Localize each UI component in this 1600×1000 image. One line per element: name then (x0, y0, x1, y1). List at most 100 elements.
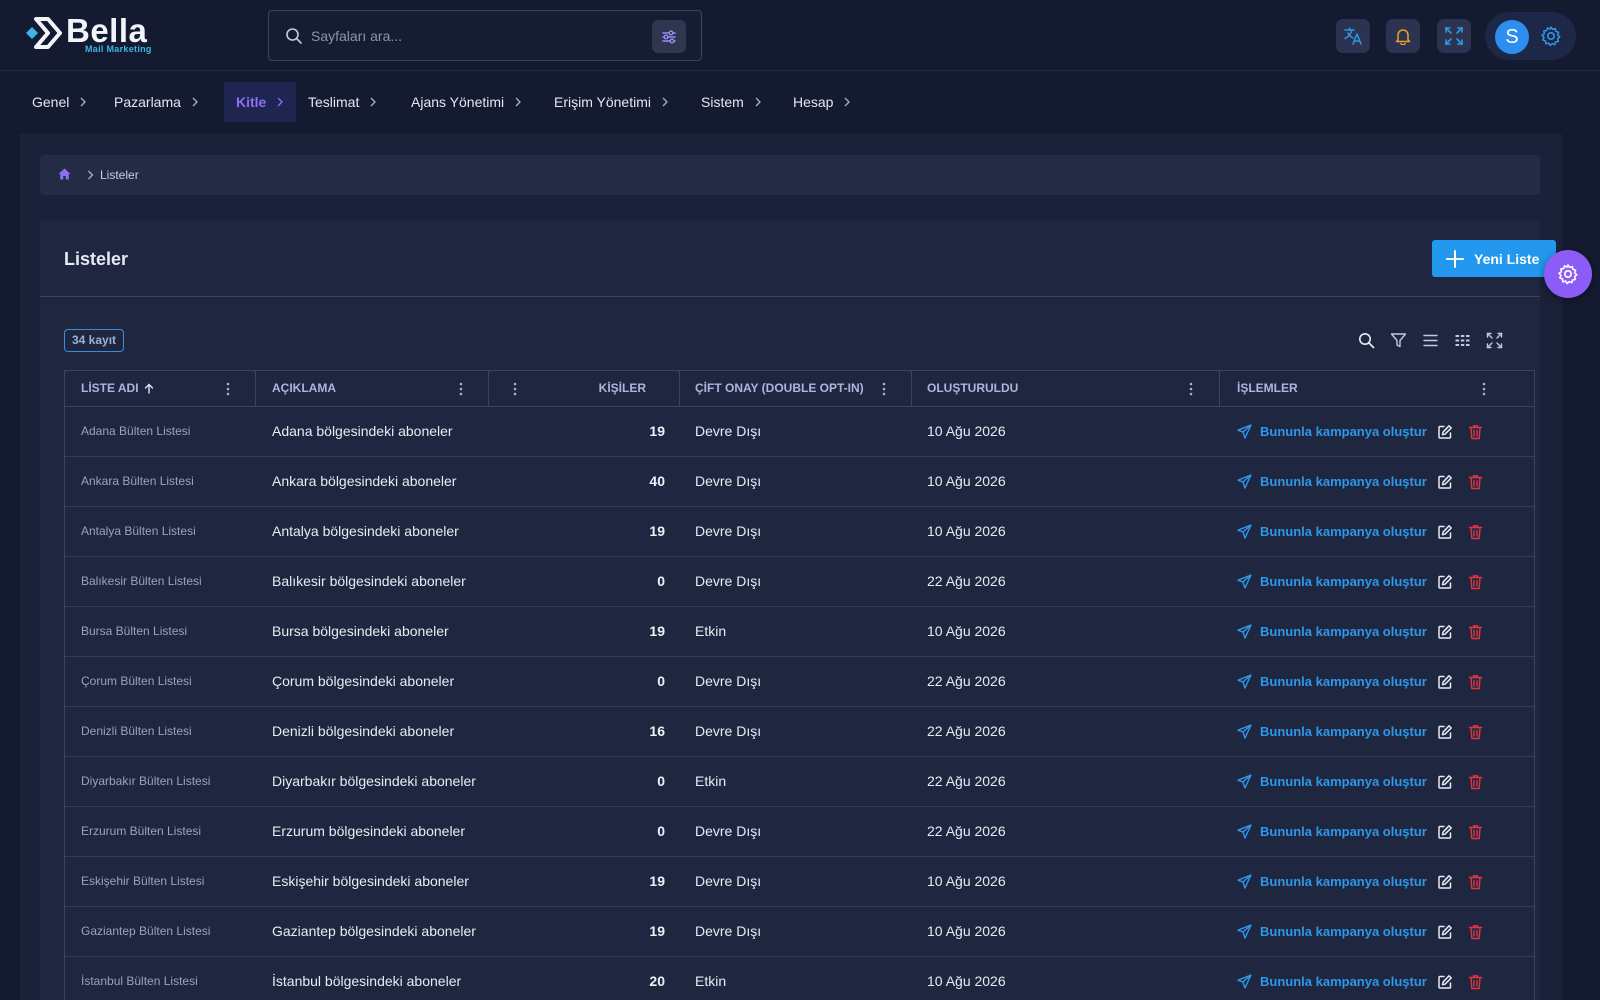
list-subscriber-count: 16 (649, 723, 665, 739)
edit-icon[interactable] (1437, 624, 1453, 640)
chevron-right-icon (277, 97, 284, 107)
trash-icon[interactable] (1468, 574, 1483, 590)
chevron-right-icon (370, 97, 377, 107)
chevron-right-icon (88, 170, 94, 180)
column-divider[interactable] (679, 371, 680, 406)
create-campaign-label: Bununla kampanya oluştur (1260, 624, 1427, 639)
column-menu-icon[interactable] (226, 382, 230, 396)
edit-icon[interactable] (1437, 424, 1453, 440)
notifications-button[interactable] (1386, 19, 1420, 53)
edit-icon[interactable] (1437, 974, 1453, 990)
create-campaign-link[interactable]: Bununla kampanya oluştur (1237, 807, 1427, 856)
column-menu-icon[interactable] (459, 382, 463, 396)
trash-icon[interactable] (1468, 774, 1483, 790)
table-body: Adana Bülten Listesi Adana bölgesindeki a… (65, 407, 1534, 1000)
fullscreen-button[interactable] (1437, 19, 1471, 53)
column-header-description[interactable]: AÇIKLAMA (272, 371, 336, 406)
column-divider[interactable] (911, 371, 912, 406)
column-divider[interactable] (1219, 371, 1220, 406)
edit-icon[interactable] (1437, 924, 1453, 940)
edit-icon[interactable] (1437, 574, 1453, 590)
menu-item-pazarlama[interactable]: Pazarlama (102, 82, 211, 122)
column-header-name[interactable]: LİSTE ADI (81, 371, 154, 406)
column-header-count[interactable]: KİŞİLER (495, 371, 646, 406)
column-header-double-opt-in[interactable]: ÇİFT ONAY (DOUBLE OPT-IN) (695, 371, 864, 406)
density-icon[interactable] (1422, 332, 1439, 349)
column-divider[interactable] (488, 371, 489, 406)
menu-item-erisim-yonetimi[interactable]: Erişim Yönetimi (542, 82, 681, 122)
filter-icon[interactable] (1390, 332, 1407, 349)
settings-fab[interactable] (1544, 250, 1592, 298)
create-campaign-link[interactable]: Bununla kampanya oluştur (1237, 407, 1427, 456)
create-campaign-link[interactable]: Bununla kampanya oluştur (1237, 907, 1427, 956)
menu-item-teslimat[interactable]: Teslimat (296, 82, 389, 122)
user-menu[interactable]: S (1485, 12, 1576, 60)
create-campaign-link[interactable]: Bununla kampanya oluştur (1237, 457, 1427, 506)
search-filter-button[interactable] (652, 20, 686, 53)
trash-icon[interactable] (1468, 524, 1483, 540)
create-campaign-link[interactable]: Bununla kampanya oluştur (1237, 507, 1427, 556)
table-row[interactable]: Bursa Bülten Listesi Bursa bölgesindeki a… (65, 607, 1534, 657)
edit-icon[interactable] (1437, 474, 1453, 490)
table-row[interactable]: Ankara Bülten Listesi Ankara bölgesindeki… (65, 457, 1534, 507)
column-header-created[interactable]: OLUŞTURULDU (927, 371, 1018, 406)
send-icon (1237, 674, 1252, 689)
create-campaign-link[interactable]: Bununla kampanya oluştur (1237, 657, 1427, 706)
search-icon[interactable] (1358, 332, 1375, 349)
fullscreen-icon[interactable] (1486, 332, 1503, 349)
brand-logo[interactable]: Bella Mail Marketing (24, 12, 164, 58)
menu-item-hesap[interactable]: Hesap (781, 82, 863, 122)
trash-icon[interactable] (1468, 924, 1483, 940)
edit-icon[interactable] (1437, 874, 1453, 890)
trash-icon[interactable] (1468, 474, 1483, 490)
edit-icon[interactable] (1437, 524, 1453, 540)
trash-icon[interactable] (1468, 674, 1483, 690)
table-row[interactable]: İstanbul Bülten Listesi İstanbul bölgesin… (65, 957, 1534, 1000)
table-row[interactable]: Diyarbakır Bülten Listesi Diyarbakır bölg… (65, 757, 1534, 807)
edit-icon[interactable] (1437, 674, 1453, 690)
table-row[interactable]: Antalya Bülten Listesi Antalya bölgesinde… (65, 507, 1534, 557)
table-row[interactable]: Denizli Bülten Listesi Denizli bölgesinde… (65, 707, 1534, 757)
create-campaign-link[interactable]: Bununla kampanya oluştur (1237, 707, 1427, 756)
avatar[interactable]: S (1495, 20, 1529, 54)
trash-icon[interactable] (1468, 824, 1483, 840)
column-menu-icon[interactable] (882, 382, 886, 396)
create-campaign-link[interactable]: Bununla kampanya oluştur (1237, 957, 1427, 1000)
menu-item-label: Kitle (236, 94, 267, 110)
lists-table: LİSTE ADI AÇIKLAMA KİŞİLER ÇİFT ONAY (DO… (64, 370, 1535, 1000)
table-row[interactable]: Çorum Bülten Listesi Çorum bölgesindeki a… (65, 657, 1534, 707)
trash-icon[interactable] (1468, 624, 1483, 640)
create-campaign-link[interactable]: Bununla kampanya oluştur (1237, 857, 1427, 906)
edit-icon[interactable] (1437, 824, 1453, 840)
search-input[interactable] (311, 23, 631, 49)
create-campaign-link[interactable]: Bununla kampanya oluştur (1237, 557, 1427, 606)
column-menu-icon[interactable] (1482, 382, 1486, 396)
edit-icon[interactable] (1437, 774, 1453, 790)
table-row[interactable]: Eskişehir Bülten Listesi Eskişehir bölges… (65, 857, 1534, 907)
menu-item-genel[interactable]: Genel (20, 82, 99, 122)
trash-icon[interactable] (1468, 424, 1483, 440)
column-divider[interactable] (255, 371, 256, 406)
create-campaign-link[interactable]: Bununla kampanya oluştur (1237, 607, 1427, 656)
table-row[interactable]: Balıkesir Bülten Listesi Balıkesir bölges… (65, 557, 1534, 607)
trash-icon[interactable] (1468, 724, 1483, 740)
trash-icon[interactable] (1468, 874, 1483, 890)
table-row[interactable]: Gaziantep Bülten Listesi Gaziantep bölges… (65, 907, 1534, 957)
list-name: Diyarbakır Bülten Listesi (81, 774, 211, 788)
menu-item-sistem[interactable]: Sistem (689, 82, 774, 122)
new-list-button[interactable]: Yeni Liste (1432, 240, 1556, 277)
search-icon (286, 28, 302, 44)
column-menu-icon[interactable] (1189, 382, 1193, 396)
table-row[interactable]: Adana Bülten Listesi Adana bölgesindeki a… (65, 407, 1534, 457)
translate-button[interactable] (1336, 19, 1370, 53)
main-content: Listeler Listeler Yeni Liste 34 kayıt Lİ… (20, 134, 1562, 1000)
gear-icon[interactable] (1540, 25, 1562, 47)
menu-item-kitle[interactable]: Kitle (224, 82, 297, 122)
trash-icon[interactable] (1468, 974, 1483, 990)
menu-item-ajans-yonetimi[interactable]: Ajans Yönetimi (399, 82, 534, 122)
columns-icon[interactable] (1454, 332, 1471, 349)
table-row[interactable]: Erzurum Bülten Listesi Erzurum bölgesinde… (65, 807, 1534, 857)
create-campaign-link[interactable]: Bununla kampanya oluştur (1237, 757, 1427, 806)
edit-icon[interactable] (1437, 724, 1453, 740)
home-icon[interactable] (58, 168, 71, 180)
